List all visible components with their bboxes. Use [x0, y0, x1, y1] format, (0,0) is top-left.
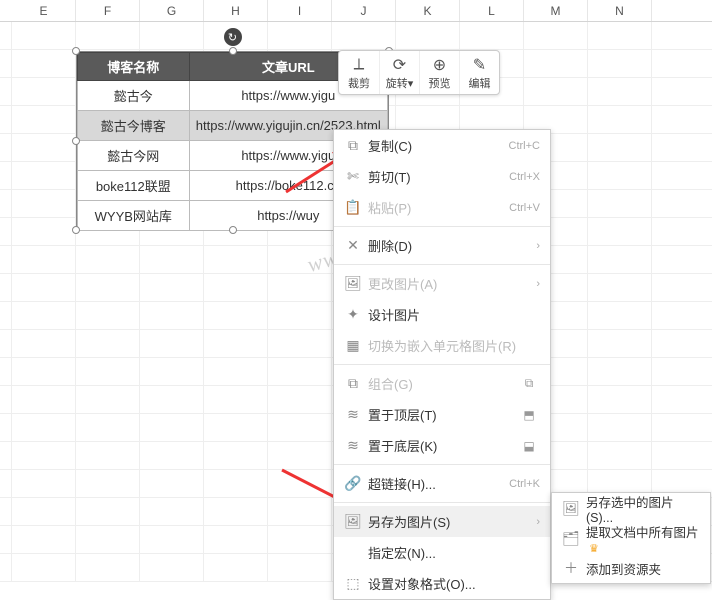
separator [334, 364, 550, 365]
group-side-icon: ⧉ [518, 376, 540, 391]
image-icon: 🖼 [342, 275, 364, 292]
palette-icon: ✦ [342, 306, 364, 323]
rotate-handle-icon[interactable]: ↻ [224, 28, 242, 46]
rotate-button[interactable]: ⟳ 旋转▾ [379, 51, 419, 94]
menu-format-object[interactable]: ⬚ 设置对象格式(O)... [334, 568, 550, 599]
rotate-icon: ⟳ [382, 55, 417, 75]
zoom-in-icon: ⊕ [422, 55, 457, 75]
layer-bottom-icon: ≋ [342, 437, 364, 454]
layer-side-icon[interactable]: ⬒ [518, 408, 540, 422]
menu-save-as-image[interactable]: 🖼 另存为图片(S) › [334, 506, 550, 537]
separator [334, 502, 550, 503]
menu-hyperlink[interactable]: 🔗 超链接(H)... Ctrl+K [334, 468, 550, 499]
menu-assign-macro[interactable]: 指定宏(N)... [334, 537, 550, 568]
save-image-icon: 🖼 [342, 513, 364, 530]
resize-handle[interactable] [72, 137, 80, 145]
save-as-image-submenu: 🖼 另存选中的图片(S)... 🗂 提取文档中所有图片♛ ＋ 添加到资源夹 [551, 492, 711, 584]
col-hdr[interactable]: E [12, 0, 76, 21]
chevron-right-icon: › [530, 516, 540, 528]
menu-copy[interactable]: ⧉ 复制(C) Ctrl+C [334, 130, 550, 161]
image-mini-toolbar: ⟂ 裁剪 ⟳ 旋转▾ ⊕ 预览 ✎ 编辑 [338, 50, 500, 95]
submenu-save-selected[interactable]: 🖼 另存选中的图片(S)... [552, 493, 710, 523]
column-headers: E F G H I J K L M N [0, 0, 712, 22]
mini-label: 裁剪 [341, 75, 377, 91]
resize-handle[interactable] [229, 226, 237, 234]
menu-design-image[interactable]: ✦ 设计图片 [334, 299, 550, 330]
col-hdr[interactable]: N [588, 0, 652, 21]
mini-label: 预览 [422, 75, 457, 91]
chevron-right-icon: › [530, 240, 540, 252]
separator [334, 464, 550, 465]
embed-icon: ▦ [342, 337, 364, 354]
paste-icon: 📋 [342, 199, 364, 216]
context-menu: ⧉ 复制(C) Ctrl+C ✄ 剪切(T) Ctrl+X 📋 粘贴(P) Ct… [333, 129, 551, 600]
format-icon: ⬚ [342, 575, 364, 592]
link-icon: 🔗 [342, 475, 364, 492]
group-icon: ⧉ [342, 375, 364, 392]
chevron-right-icon: › [530, 278, 540, 290]
menu-send-to-back[interactable]: ≋ 置于底层(K) ⬓ [334, 430, 550, 461]
resize-handle[interactable] [229, 47, 237, 55]
image-icon: 🖼 [560, 500, 582, 517]
col-hdr[interactable]: J [332, 0, 396, 21]
edit-button[interactable]: ✎ 编辑 [459, 51, 499, 94]
image-edit-icon: ✎ [462, 55, 497, 75]
resize-handle[interactable] [72, 226, 80, 234]
separator [334, 264, 550, 265]
table-header: 博客名称 [78, 53, 190, 81]
menu-bring-to-front[interactable]: ≋ 置于顶层(T) ⬒ [334, 399, 550, 430]
submenu-add-resource[interactable]: ＋ 添加到资源夹 [552, 553, 710, 583]
menu-delete[interactable]: ✕ 删除(D) › [334, 230, 550, 261]
delete-icon: ✕ [342, 237, 364, 254]
col-hdr[interactable]: F [76, 0, 140, 21]
copy-icon: ⧉ [342, 137, 364, 154]
menu-cut[interactable]: ✄ 剪切(T) Ctrl+X [334, 161, 550, 192]
menu-change-image: 🖼 更改图片(A) › [334, 268, 550, 299]
menu-group: ⧉ 组合(G) ⧉ [334, 368, 550, 399]
menu-embed-cell-image: ▦ 切换为嵌入单元格图片(R) [334, 330, 550, 361]
col-hdr[interactable]: G [140, 0, 204, 21]
menu-paste: 📋 粘贴(P) Ctrl+V [334, 192, 550, 223]
crop-icon: ⟂ [341, 55, 377, 75]
resize-handle[interactable] [72, 47, 80, 55]
images-icon: 🗂 [560, 530, 582, 547]
cut-icon: ✄ [342, 168, 364, 185]
col-hdr[interactable]: L [460, 0, 524, 21]
layer-side-icon[interactable]: ⬓ [518, 439, 540, 453]
col-hdr[interactable]: K [396, 0, 460, 21]
col-hdr[interactable]: I [268, 0, 332, 21]
crop-button[interactable]: ⟂ 裁剪 [339, 51, 379, 94]
col-hdr[interactable]: M [524, 0, 588, 21]
col-hdr[interactable]: H [204, 0, 268, 21]
folder-add-icon: ＋ [560, 558, 582, 578]
layer-top-icon: ≋ [342, 406, 364, 423]
mini-label: 编辑 [462, 75, 497, 91]
preview-button[interactable]: ⊕ 预览 [419, 51, 459, 94]
separator [334, 226, 550, 227]
submenu-extract-all[interactable]: 🗂 提取文档中所有图片♛ [552, 523, 710, 553]
mini-label: 旋转▾ [382, 75, 417, 91]
